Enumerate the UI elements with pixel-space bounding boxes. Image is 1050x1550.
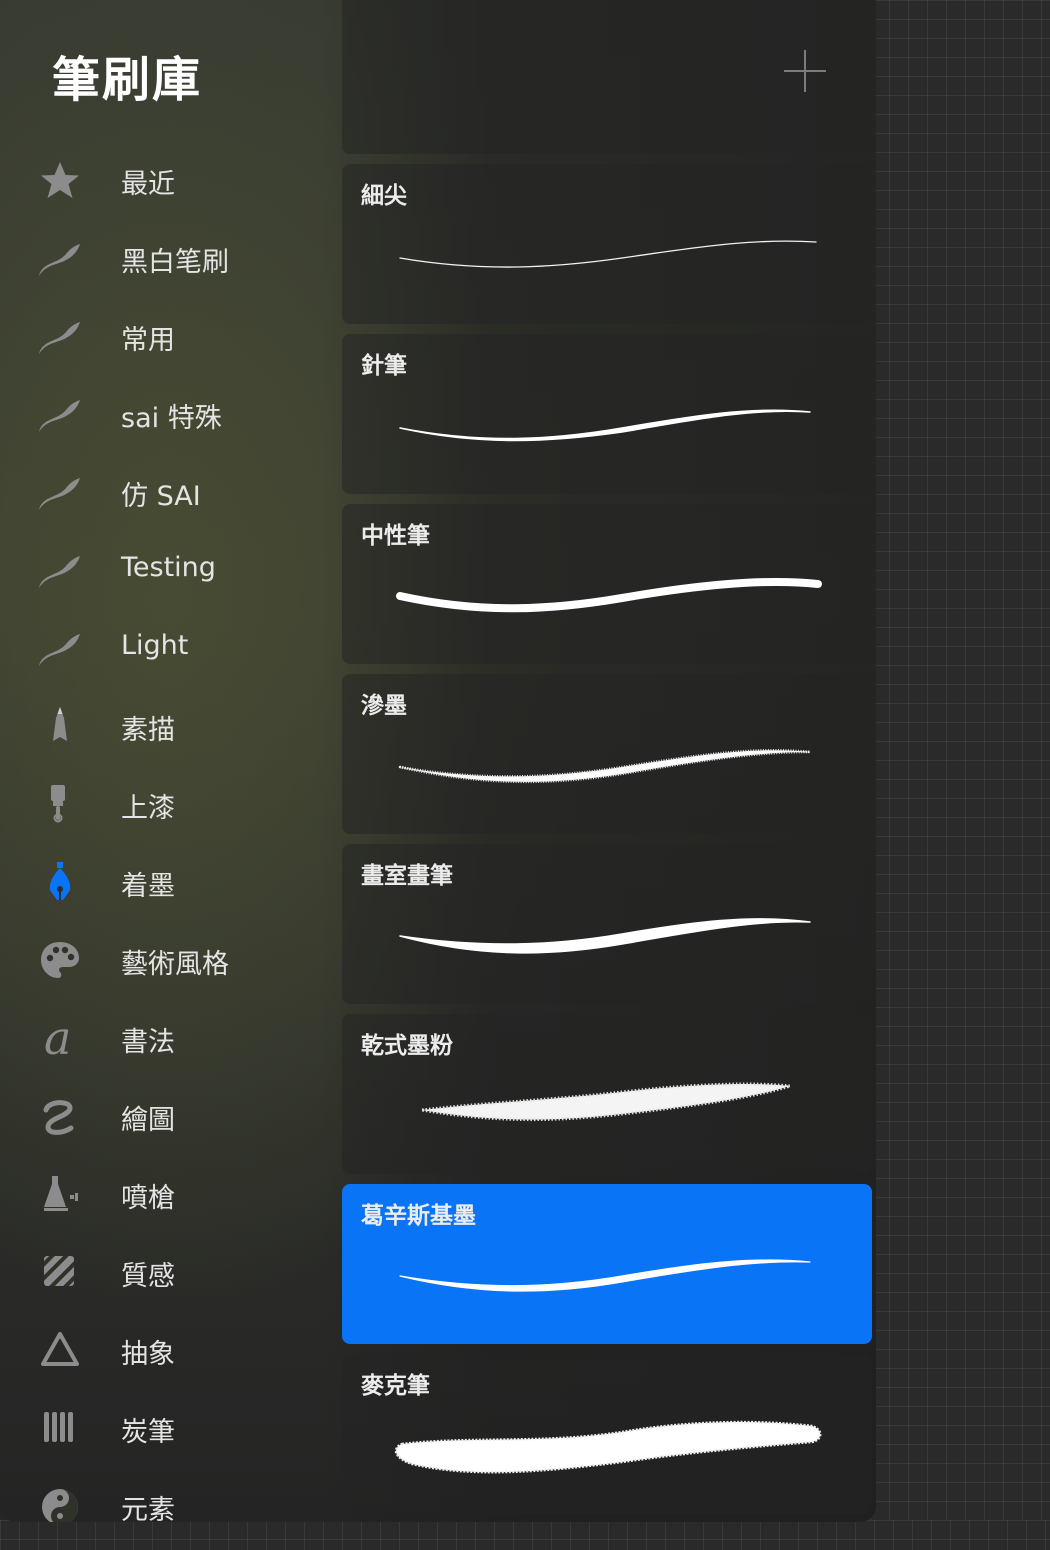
brush-name: 滲墨 [361,693,407,719]
sidebar-item-testing[interactable]: Testing [0,532,330,610]
sidebar-item-label: 素描 [121,715,175,746]
sidebar-item-label: 上漆 [121,793,175,824]
calligraphy-a-icon: a [36,1018,84,1060]
triangle-icon [36,1330,84,1372]
brush-card-bleed-ink[interactable]: 滲墨 [342,674,872,834]
sidebar-item-label: Testing [121,552,216,583]
sidebar-item-bw-brushes[interactable]: 黑白笔刷 [0,220,330,298]
sidebar-item-label: 藝術風格 [121,949,229,980]
brush-card-technical-pen[interactable]: 針筆 [342,334,872,494]
sidebar-item-label: 質感 [121,1261,175,1292]
sidebar-item-label: 仿 SAI [121,481,201,512]
sidebar-item-recent[interactable]: 最近 [0,142,330,220]
sidebar-item-textures[interactable]: 質感 [0,1234,330,1312]
sidebar-item-inking[interactable]: 着墨 [0,844,330,922]
sidebar-item-label: 抽象 [121,1339,175,1370]
texture-hatch-icon [36,1252,84,1294]
brush-name: 針筆 [361,353,407,379]
sidebar-item-abstract[interactable]: 抽象 [0,1312,330,1390]
brush-name: 細尖 [361,183,407,209]
pen-nib-icon [36,862,84,904]
brush-stroke-preview [392,904,832,984]
brush-card-dry-ink[interactable]: 乾式墨粉 [342,1014,872,1174]
sidebar-item-label: 元素 [121,1495,175,1522]
paint-brush-icon [36,784,84,826]
svg-text:a: a [44,1018,71,1060]
sidebar-item-elements[interactable]: 元素 [0,1468,330,1522]
sidebar-item-label: 噴槍 [121,1183,175,1214]
pencil-tip-icon [36,706,84,748]
brush-name: 麥克筆 [361,1373,430,1399]
sidebar-item-light[interactable]: Light [0,610,330,688]
brush-stroke-icon [36,316,84,358]
brush-stroke-preview [392,394,832,474]
brush-name: 中性筆 [361,523,430,549]
canvas-grid-background-bottom [0,1520,1050,1550]
sidebar-item-label: 着墨 [121,871,175,902]
sidebar-item-label: 繪圖 [121,1105,175,1136]
charcoal-bars-icon [36,1408,84,1450]
brush-stroke-preview [392,734,832,814]
yin-yang-icon [36,1486,84,1522]
brush-stroke-preview [392,1244,832,1324]
sidebar-item-calligraphy[interactable]: a 書法 [0,1000,330,1078]
palette-icon [36,940,84,982]
sidebar-item-sai-special[interactable]: sai 特殊 [0,376,330,454]
brush-stroke-preview [392,564,832,644]
brush-stroke-icon [36,238,84,280]
page-title: 筆刷庫 [52,52,203,108]
sidebar-item-label: 最近 [121,169,175,200]
sidebar-item-sketching[interactable]: 素描 [0,688,330,766]
brush-card-studio-pen[interactable]: 畫室畫筆 [342,844,872,1004]
brush-stroke-preview [392,1074,832,1154]
brush-card-gel-pen[interactable]: 中性筆 [342,504,872,664]
brush-stroke-icon [36,628,84,670]
brush-stroke-icon [36,550,84,592]
sidebar-item-label: Light [121,630,189,661]
brush-card-marker[interactable]: 麥克筆 [342,1354,872,1514]
sidebar-item-painting[interactable]: 上漆 [0,766,330,844]
sidebar-item-label: 常用 [121,325,175,356]
sidebar-item-imitation-sai[interactable]: 仿 SAI [0,454,330,532]
sidebar-item-charcoals[interactable]: 炭筆 [0,1390,330,1468]
sidebar-item-label: sai 特殊 [121,403,222,434]
brush-name: 葛辛斯基墨 [361,1203,476,1229]
brush-name: 畫室畫筆 [361,863,453,889]
brush-stroke-icon [36,394,84,436]
brush-stroke-preview [392,224,832,304]
brush-card-partial[interactable] [342,0,872,154]
airbrush-icon [36,1174,84,1216]
sidebar-item-artistic[interactable]: 藝術風格 [0,922,330,1000]
sidebar-item-common[interactable]: 常用 [0,298,330,376]
brush-name: 乾式墨粉 [361,1033,453,1059]
brush-stroke-preview [392,1414,832,1494]
brush-stroke-icon [36,472,84,514]
sidebar-item-label: 黑白笔刷 [121,247,229,278]
sidebar-item-drawing[interactable]: 繪圖 [0,1078,330,1156]
squiggle-icon [36,1096,84,1138]
brush-card-gesinski-ink[interactable]: 葛辛斯基墨 [342,1184,872,1344]
sidebar-item-airbrushing[interactable]: 噴槍 [0,1156,330,1234]
sidebar-item-label: 書法 [121,1027,175,1058]
sidebar-item-label: 炭筆 [121,1417,175,1448]
star-icon [36,160,84,202]
canvas-grid-background [870,0,1050,1550]
brush-library-panel: 筆刷庫 最近 黑白笔刷 常用 sai 特殊 仿 SAI Testing Ligh… [0,0,876,1522]
brush-card-fine-tip[interactable]: 細尖 [342,164,872,324]
